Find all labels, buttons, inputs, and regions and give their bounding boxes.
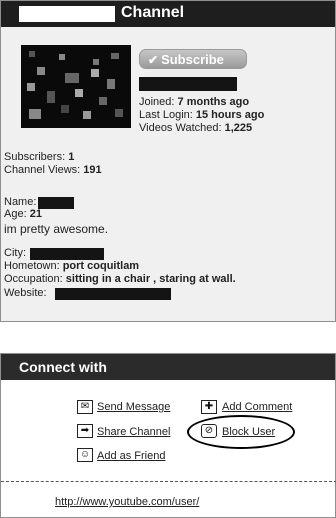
highlight-ellipse bbox=[187, 415, 295, 449]
last-login-value: 15 hours ago bbox=[195, 109, 265, 121]
subscribers-row: Subscribers: 1 bbox=[4, 151, 74, 163]
arrow-right-icon[interactable]: ➡ bbox=[77, 424, 93, 438]
avatar[interactable] bbox=[21, 45, 131, 128]
videos-watched-label: Videos Watched: bbox=[139, 122, 222, 134]
age-row: Age: 21 bbox=[4, 208, 42, 220]
occupation-label: Occupation: bbox=[4, 273, 63, 285]
connect-panel: Connect with ✉ Send Message ✚ Add Commen… bbox=[0, 353, 336, 518]
website-label: Website: bbox=[4, 287, 47, 299]
last-login-label: Last Login: bbox=[139, 109, 193, 121]
subscribers-label: Subscribers: bbox=[4, 151, 66, 163]
name-redacted bbox=[38, 197, 74, 209]
subscribe-label: Subscribe bbox=[161, 52, 224, 67]
send-message-link[interactable]: Send Message bbox=[97, 401, 170, 413]
joined-row: Joined: 7 months ago bbox=[139, 96, 249, 108]
city-label: City: bbox=[4, 247, 26, 259]
channel-title: Channel bbox=[121, 4, 185, 21]
hometown-row: Hometown: port coquitlam bbox=[4, 260, 139, 272]
name-row: Name: bbox=[4, 196, 36, 208]
occupation-row: Occupation: sitting in a chair , staring… bbox=[4, 273, 236, 285]
divider bbox=[1, 481, 336, 482]
connect-title: Connect with bbox=[19, 359, 107, 375]
website-redacted[interactable] bbox=[55, 288, 171, 300]
city-redacted bbox=[30, 248, 104, 260]
city-row: City: bbox=[4, 247, 26, 259]
subscribe-button[interactable]: ✔ Subscribe bbox=[139, 49, 247, 69]
checkmark-icon: ✔ bbox=[148, 53, 159, 67]
occupation-value: sitting in a chair , staring at wall. bbox=[65, 273, 236, 285]
envelope-icon[interactable]: ✉ bbox=[77, 400, 93, 414]
joined-value: 7 months ago bbox=[177, 96, 250, 108]
add-friend-icon[interactable]: ☺ bbox=[77, 448, 93, 462]
channel-views-row: Channel Views: 191 bbox=[4, 164, 102, 176]
website-row: Website: bbox=[4, 287, 47, 299]
channel-views-label: Channel Views: bbox=[4, 164, 81, 176]
age-value: 21 bbox=[29, 208, 42, 220]
last-login-row: Last Login: 15 hours ago bbox=[139, 109, 264, 121]
channel-panel: Channel ✔ Subscribe Joined: 7 months ago … bbox=[0, 0, 336, 322]
subscribers-value: 1 bbox=[68, 151, 75, 163]
hometown-value: port coquitlam bbox=[62, 260, 140, 272]
connect-header: Connect with bbox=[1, 354, 335, 380]
share-channel-link[interactable]: Share Channel bbox=[97, 426, 170, 438]
plus-comment-icon[interactable]: ✚ bbox=[201, 400, 217, 414]
channel-name-redacted bbox=[19, 6, 115, 22]
hometown-label: Hometown: bbox=[4, 260, 60, 272]
add-comment-link[interactable]: Add Comment bbox=[222, 401, 292, 413]
channel-header: Channel bbox=[1, 1, 335, 27]
about-text: im pretty awesome. bbox=[4, 222, 109, 236]
channel-url-link[interactable]: http://www.youtube.com/user/ bbox=[55, 496, 199, 508]
videos-watched-row: Videos Watched: 1,225 bbox=[139, 122, 252, 134]
name-label: Name: bbox=[4, 196, 37, 208]
videos-watched-value: 1,225 bbox=[224, 122, 253, 134]
channel-views-value: 191 bbox=[83, 164, 102, 176]
joined-label: Joined: bbox=[139, 96, 175, 108]
add-friend-link[interactable]: Add as Friend bbox=[97, 450, 165, 462]
username-redacted bbox=[139, 77, 237, 91]
age-label: Age: bbox=[4, 208, 27, 220]
